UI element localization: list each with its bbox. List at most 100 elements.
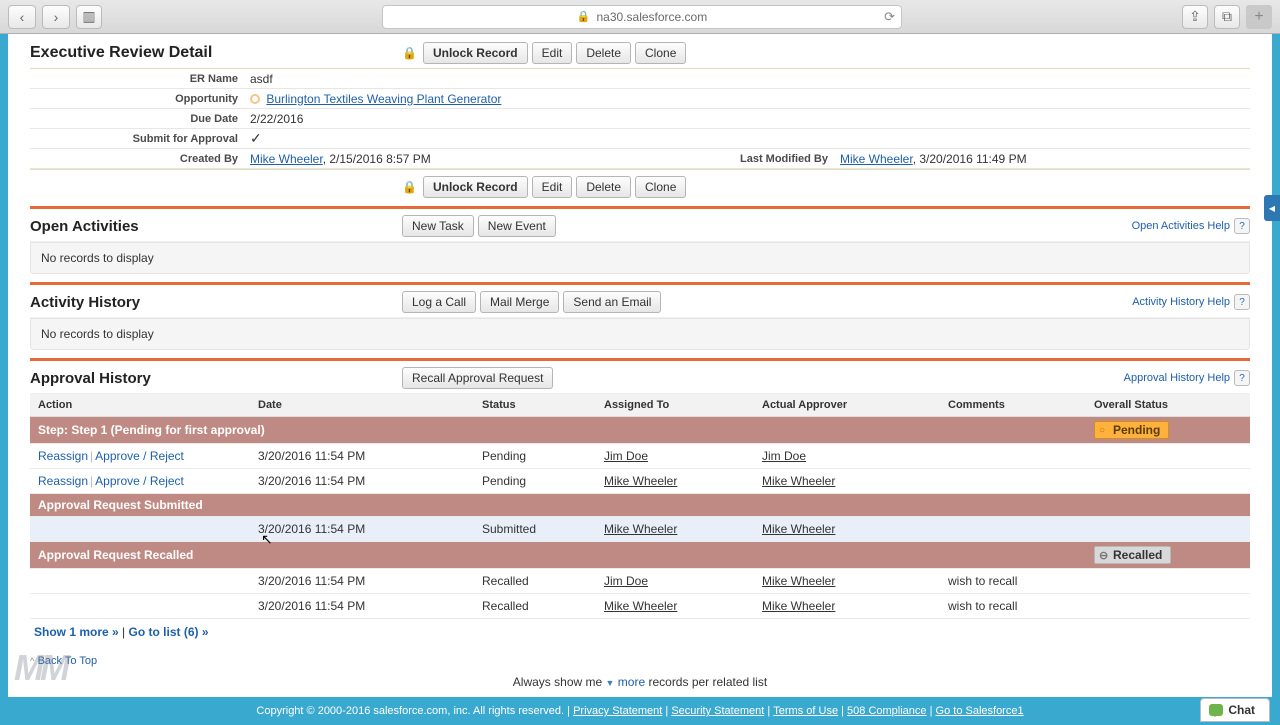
reassign-link[interactable]: Reassign	[38, 449, 88, 463]
approve-reject-link[interactable]: Approve / Reject	[95, 474, 184, 488]
col-comments: Comments	[940, 394, 1086, 417]
privacy-link[interactable]: Privacy Statement	[573, 705, 662, 717]
opportunity-status-icon	[250, 94, 260, 104]
url-bar[interactable]: 🔒 na30.salesforce.com ⟳	[382, 5, 902, 29]
modified-by-link[interactable]: Mike Wheeler	[840, 152, 913, 166]
send-email-button[interactable]: Send an Email	[563, 291, 661, 313]
field-value-created-by: Mike Wheeler, 2/15/2016 8:57 PM	[250, 152, 431, 166]
watermark: MM	[14, 647, 66, 689]
assigned-link[interactable]: Jim Doe	[604, 574, 648, 588]
activity-history-help-link[interactable]: Activity History Help	[1132, 296, 1230, 308]
always-show-row: Always show me ▼ more records per relate…	[8, 671, 1272, 697]
back-button[interactable]: ‹	[8, 5, 36, 29]
page-title: Executive Review Detail	[30, 44, 402, 62]
approver-link[interactable]: Mike Wheeler	[762, 599, 835, 613]
col-date: Date	[250, 394, 474, 417]
more-link[interactable]: more	[618, 675, 645, 689]
open-activities-help-link[interactable]: Open Activities Help	[1132, 220, 1230, 232]
submitted-header: Approval Request Submitted	[30, 494, 1250, 517]
recall-approval-button[interactable]: Recall Approval Request	[402, 367, 553, 389]
unlock-record-button[interactable]: Unlock Record	[423, 42, 528, 64]
field-value-modified-by: Mike Wheeler, 3/20/2016 11:49 PM	[840, 152, 1027, 166]
s508-link[interactable]: 508 Compliance	[847, 705, 927, 717]
help-icon[interactable]: ?	[1234, 294, 1250, 310]
new-event-button[interactable]: New Event	[478, 215, 556, 237]
activity-history-body: No records to display	[30, 318, 1250, 350]
browser-toolbar: ‹ › ▥ 🔒 na30.salesforce.com ⟳ ⇪ ⧉ +	[0, 0, 1280, 34]
lock-icon: 🔒	[402, 180, 417, 194]
unlock-record-button[interactable]: Unlock Record	[423, 176, 528, 198]
delete-button[interactable]: Delete	[576, 176, 631, 198]
help-icon[interactable]: ?	[1234, 370, 1250, 386]
col-action: Action	[30, 394, 250, 417]
approval-history-title: Approval History	[30, 370, 402, 387]
approver-link[interactable]: Mike Wheeler	[762, 574, 835, 588]
reassign-link[interactable]: Reassign	[38, 474, 88, 488]
url-text: na30.salesforce.com	[596, 10, 707, 24]
approve-reject-link[interactable]: Approve / Reject	[95, 449, 184, 463]
table-row: Reassign|Approve / Reject 3/20/2016 11:5…	[30, 469, 1250, 494]
assigned-link[interactable]: Mike Wheeler	[604, 522, 677, 536]
field-value-er-name: asdf	[250, 72, 273, 86]
log-call-button[interactable]: Log a Call	[402, 291, 476, 313]
assigned-link[interactable]: Jim Doe	[604, 449, 648, 463]
field-value-opportunity: Burlington Textiles Weaving Plant Genera…	[250, 92, 501, 106]
edit-button[interactable]: Edit	[532, 176, 573, 198]
security-link[interactable]: Security Statement	[671, 705, 764, 717]
lock-icon: 🔒	[402, 46, 417, 60]
chat-button[interactable]: Chat	[1200, 698, 1270, 722]
delete-button[interactable]: Delete	[576, 42, 631, 64]
created-by-link[interactable]: Mike Wheeler	[250, 152, 323, 166]
field-label-submit: Submit for Approval	[30, 133, 250, 145]
col-approver: Actual Approver	[754, 394, 940, 417]
approval-history-help-link[interactable]: Approval History Help	[1124, 372, 1230, 384]
field-label-due-date: Due Date	[30, 113, 250, 125]
mail-merge-button[interactable]: Mail Merge	[480, 291, 559, 313]
edit-button[interactable]: Edit	[532, 42, 573, 64]
field-value-due-date: 2/22/2016	[250, 112, 303, 126]
field-label-modified-by: Last Modified By	[640, 153, 840, 165]
detail-buttons-bottom: 🔒 Unlock Record Edit Delete Clone	[402, 176, 686, 198]
new-tab-button[interactable]: +	[1246, 5, 1272, 29]
table-row: Reassign|Approve / Reject 3/20/2016 11:5…	[30, 444, 1250, 469]
field-label-created-by: Created By	[30, 153, 250, 165]
help-icon[interactable]: ?	[1234, 218, 1250, 234]
approver-link[interactable]: Mike Wheeler	[762, 474, 835, 488]
show-more-link[interactable]: Show 1 more »	[34, 625, 119, 639]
salesforce1-link[interactable]: Go to Salesforce1	[936, 705, 1024, 717]
opportunity-link[interactable]: Burlington Textiles Weaving Plant Genera…	[266, 92, 501, 106]
step-header: Step: Step 1 (Pending for first approval…	[30, 417, 1086, 444]
field-label-opportunity: Opportunity	[30, 93, 250, 105]
footer: Copyright © 2000-2016 salesforce.com, in…	[0, 697, 1280, 725]
sidebar-button[interactable]: ▥	[76, 5, 102, 29]
check-icon: ✓	[250, 130, 262, 146]
goto-list-link[interactable]: Go to list (6) »	[129, 625, 209, 639]
assigned-link[interactable]: Mike Wheeler	[604, 474, 677, 488]
recalled-header: Approval Request Recalled	[30, 542, 1086, 569]
detail-buttons-top: 🔒 Unlock Record Edit Delete Clone	[402, 42, 686, 64]
clone-button[interactable]: Clone	[635, 176, 686, 198]
table-row: 3/20/2016 11:54 PM Recalled Mike Wheeler…	[30, 594, 1250, 619]
new-task-button[interactable]: New Task	[402, 215, 474, 237]
approver-link[interactable]: Jim Doe	[762, 449, 806, 463]
clone-button[interactable]: Clone	[635, 42, 686, 64]
reload-icon[interactable]: ⟳	[884, 9, 895, 25]
triangle-down-icon: ▼	[606, 678, 615, 688]
col-status: Status	[474, 394, 596, 417]
overall-status-recalled: Recalled	[1094, 546, 1171, 564]
open-activities-title: Open Activities	[30, 218, 402, 235]
tabs-button[interactable]: ⧉	[1214, 5, 1240, 29]
share-button[interactable]: ⇪	[1182, 5, 1208, 29]
terms-link[interactable]: Terms of Use	[773, 705, 838, 717]
assigned-link[interactable]: Mike Wheeler	[604, 599, 677, 613]
open-activities-body: No records to display	[30, 242, 1250, 274]
forward-button[interactable]: ›	[42, 5, 70, 29]
side-panel-toggle[interactable]	[1264, 195, 1280, 221]
col-overall: Overall Status	[1086, 394, 1250, 417]
approver-link[interactable]: Mike Wheeler	[762, 522, 835, 536]
col-assigned: Assigned To	[596, 394, 754, 417]
chat-icon	[1209, 704, 1223, 716]
table-row: 3/20/2016 11:54 PM Submitted Mike Wheele…	[30, 517, 1250, 542]
field-value-submit: ✓	[250, 130, 262, 147]
approval-table: Action Date Status Assigned To Actual Ap…	[30, 394, 1250, 619]
